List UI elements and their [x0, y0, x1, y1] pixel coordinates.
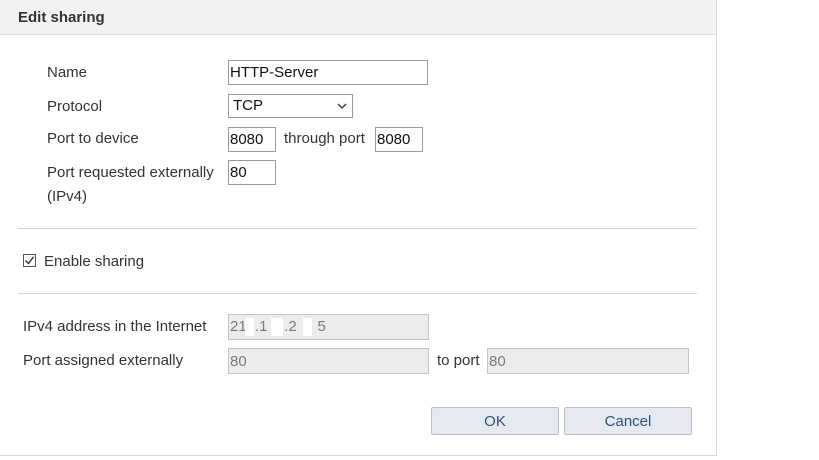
- dialog-title: Edit sharing: [18, 9, 105, 26]
- ipv4-address-field: 21 .1 .2 . 5: [228, 314, 429, 340]
- chevron-down-icon: [337, 103, 347, 109]
- port-device-to-input[interactable]: [375, 127, 423, 152]
- ok-button[interactable]: OK: [431, 407, 559, 435]
- protocol-selected-value: TCP: [233, 97, 263, 114]
- cancel-button[interactable]: Cancel: [564, 407, 692, 435]
- protocol-select[interactable]: TCP: [228, 94, 353, 118]
- port-requested-externally-label: Port requested externally: [47, 164, 214, 181]
- divider: [18, 228, 697, 229]
- redaction-mask: [303, 318, 312, 336]
- port-assigned-to-field: [487, 348, 689, 374]
- to-port-label: to port: [437, 352, 480, 369]
- protocol-label: Protocol: [47, 98, 103, 115]
- dialog-titlebar: Edit sharing: [0, 0, 716, 35]
- port-assigned-from-field: [228, 348, 429, 374]
- port-assigned-externally-label: Port assigned externally: [23, 352, 184, 369]
- port-external-input[interactable]: [228, 160, 276, 185]
- name-input[interactable]: [228, 60, 428, 85]
- through-port-label: through port: [284, 130, 365, 147]
- edit-sharing-dialog: Edit sharing Name Protocol TCP Port to d…: [0, 0, 717, 456]
- enable-sharing-checkbox[interactable]: [23, 254, 36, 267]
- port-device-from-input[interactable]: [228, 127, 276, 152]
- divider: [18, 293, 697, 294]
- enable-sharing-label[interactable]: Enable sharing: [44, 250, 144, 274]
- port-requested-externally-sublabel: (IPv4): [47, 188, 88, 205]
- port-to-device-label: Port to device: [47, 130, 139, 147]
- ipv4-address-label: IPv4 address in the Internet: [23, 318, 207, 335]
- redaction-mask: [271, 318, 283, 336]
- checkmark-icon: [25, 256, 35, 265]
- name-label: Name: [47, 64, 88, 81]
- redaction-mask: [245, 318, 254, 336]
